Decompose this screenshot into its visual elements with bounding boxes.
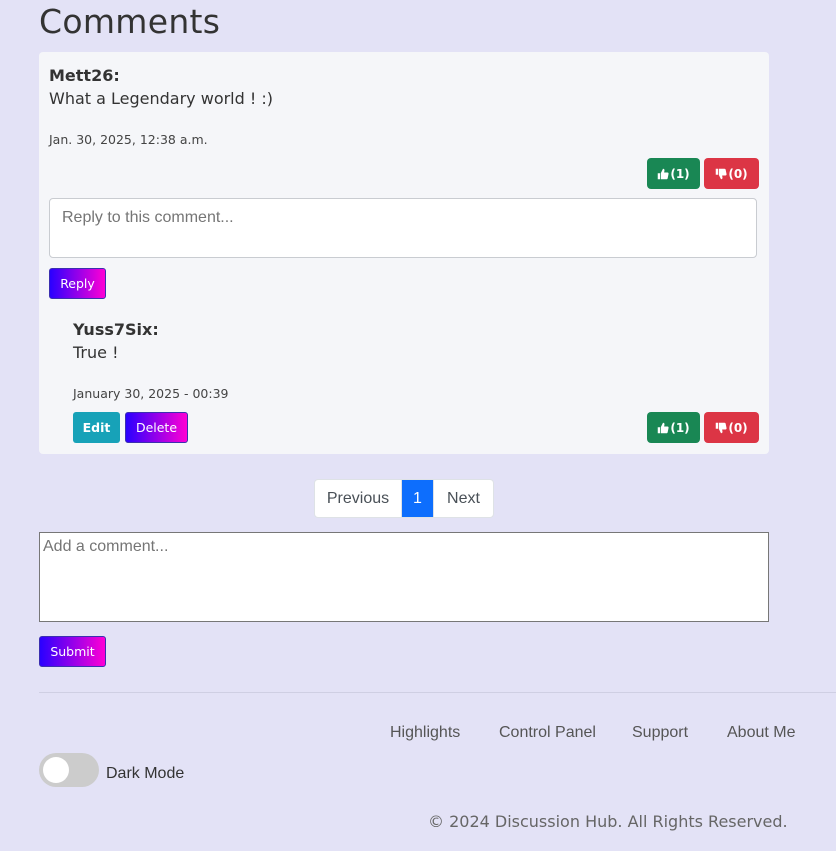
thumbs-up-icon xyxy=(658,422,669,433)
reply-text: True ! xyxy=(73,343,119,362)
comment-like-count: (1) xyxy=(670,166,690,181)
reply-button[interactable]: Reply xyxy=(49,268,106,299)
reply-author: Yuss7Six: xyxy=(73,320,159,339)
comment-dislike-button[interactable]: (0) xyxy=(704,158,759,189)
thumbs-up-icon xyxy=(658,168,669,179)
comment-card: Mett26: What a Legendary world ! :) Jan.… xyxy=(39,52,769,454)
reply-timestamp: January 30, 2025 - 00:39 xyxy=(73,386,229,401)
comment-timestamp: Jan. 30, 2025, 12:38 a.m. xyxy=(49,132,208,147)
reply-dislike-button[interactable]: (0) xyxy=(704,412,759,443)
page-title: Comments xyxy=(39,2,221,41)
pagination-page-current[interactable]: 1 xyxy=(402,480,434,517)
pagination: Previous 1 Next xyxy=(314,479,494,518)
comment-text: What a Legendary world ! :) xyxy=(49,89,273,108)
footer-link-highlights[interactable]: Highlights xyxy=(390,724,460,742)
footer-link-about-me[interactable]: About Me xyxy=(727,724,795,742)
thumbs-down-icon xyxy=(716,168,727,179)
comment-like-button[interactable]: (1) xyxy=(647,158,700,189)
footer-link-control-panel[interactable]: Control Panel xyxy=(499,724,596,742)
reply-like-button[interactable]: (1) xyxy=(647,412,700,443)
thumbs-down-icon xyxy=(716,422,727,433)
pagination-next[interactable]: Next xyxy=(434,480,493,517)
reply-like-count: (1) xyxy=(670,420,690,435)
add-comment-input[interactable] xyxy=(39,532,769,622)
comment-dislike-count: (0) xyxy=(728,166,748,181)
pagination-previous[interactable]: Previous xyxy=(315,480,402,517)
reply-input[interactable] xyxy=(49,198,757,258)
footer-link-support[interactable]: Support xyxy=(632,724,688,742)
submit-button[interactable]: Submit xyxy=(39,636,106,667)
edit-button[interactable]: Edit xyxy=(73,412,120,443)
reply-dislike-count: (0) xyxy=(728,420,748,435)
copyright-text: © 2024 Discussion Hub. All Rights Reserv… xyxy=(428,812,788,831)
dark-mode-toggle[interactable] xyxy=(39,753,99,787)
dark-mode-label: Dark Mode xyxy=(106,765,185,782)
comment-author: Mett26: xyxy=(49,66,120,85)
delete-button[interactable]: Delete xyxy=(125,412,188,443)
footer-divider xyxy=(39,692,836,693)
toggle-knob xyxy=(43,757,69,783)
